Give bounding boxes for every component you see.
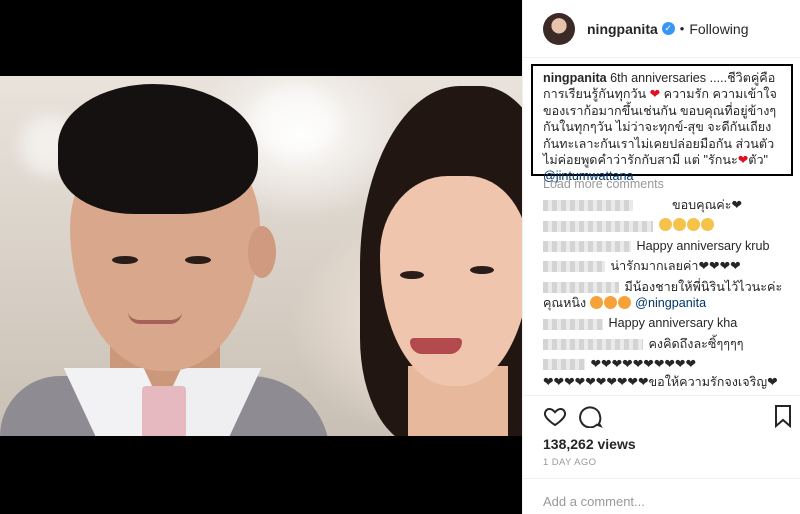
bookmark-icon[interactable] [771, 404, 795, 428]
view-count[interactable]: 138,262 views [543, 436, 636, 452]
grin-emoji-icon [700, 218, 714, 232]
comment-text: คงคิดถึงละซิ้ๆๆๆๆ [648, 336, 744, 351]
woman-eye [470, 266, 494, 274]
man-eye [185, 256, 211, 264]
action-bar [523, 395, 800, 433]
video-player[interactable] [0, 76, 522, 436]
comment-text: ❤❤❤❤❤❤❤❤❤❤ขอให้ความรักจงเจริญ❤ [543, 374, 778, 389]
comment-item: ขอบคุณค่ะ❤ [543, 197, 795, 213]
comment-item [543, 217, 795, 233]
comment-input[interactable] [543, 494, 781, 509]
comment-item: คงคิดถึงละซิ้ๆๆๆๆ [543, 336, 795, 352]
blurred-username[interactable] [543, 281, 619, 293]
follow-separator: • [679, 21, 685, 36]
comment-item: Happy anniversary kha [543, 315, 795, 331]
woman-mouth [410, 338, 462, 354]
comment-text: Happy anniversary kha [608, 316, 738, 331]
following-button[interactable]: Following [689, 21, 748, 37]
man-mouth [128, 312, 182, 324]
blurred-username[interactable] [543, 261, 605, 273]
kiss-emoji-icon [617, 296, 631, 310]
caption-text: ตัว" [748, 153, 769, 168]
load-more-comments-link[interactable]: Load more comments [543, 177, 664, 191]
comment-item: Happy anniversary krub [543, 238, 795, 254]
heart-eyes-emoji-icon [603, 296, 617, 310]
background-light [250, 86, 340, 156]
post-media[interactable] [0, 0, 522, 514]
man-ear [248, 226, 276, 278]
heart-emoji-icon: ❤ [737, 153, 749, 168]
comment-text: น่ารักมากเลยค่า❤❤❤❤ [610, 259, 741, 274]
comment-list: ขอบคุณค่ะ❤ Happy anniversary krub น่ารัก… [543, 197, 795, 394]
header-username[interactable]: ningpanita [587, 21, 658, 37]
comment-item: มีน้องชายให้พี่นิรินไว้ไวนะค่ะคุณหนิง @n… [543, 279, 795, 312]
comment-text: Happy anniversary krub [636, 238, 770, 253]
blurred-username[interactable] [543, 318, 603, 330]
man-hair [58, 84, 258, 214]
comment-bubble-icon[interactable] [579, 404, 603, 428]
avatar[interactable] [543, 12, 575, 45]
man-eye [112, 256, 138, 264]
caption: ningpanita 6th anniversaries .....ชีวิตค… [531, 64, 793, 183]
post-date[interactable]: 1 DAY AGO [543, 457, 596, 468]
grin-emoji-icon [686, 218, 700, 232]
verified-badge-icon: ✓ [661, 22, 675, 35]
add-comment-bar [523, 478, 800, 514]
comment-mention[interactable]: @ningpanita [635, 296, 706, 310]
post-header: ningpanita ✓ • Following [523, 0, 800, 58]
comment-text: ขอบคุณค่ะ❤ [672, 198, 743, 212]
heart-emoji-icon: ❤ [649, 87, 661, 102]
comment-item: ❤❤❤❤❤❤❤❤❤❤ขอให้ความรักจงเจริญ❤ [543, 374, 795, 390]
grin-emoji-icon [672, 218, 686, 232]
post-side-panel: ningpanita ✓ • Following ningpanita 6th … [522, 0, 800, 514]
comment-item: น่ารักมากเลยค่า❤❤❤❤ [543, 258, 795, 274]
like-heart-icon[interactable] [543, 404, 567, 428]
comment-item: ❤❤❤❤❤❤❤❤❤❤ [543, 356, 795, 372]
blurred-username[interactable] [543, 200, 633, 212]
comment-text: ❤❤❤❤❤❤❤❤❤❤ [590, 357, 697, 372]
blurred-username[interactable] [543, 339, 643, 351]
grin-emoji-icon [658, 218, 672, 232]
woman-eye [400, 271, 424, 279]
man-tie [142, 386, 186, 436]
blurred-username[interactable] [543, 240, 631, 252]
caption-username[interactable]: ningpanita [543, 71, 607, 85]
heart-eyes-emoji-icon [589, 296, 603, 310]
blurred-username[interactable] [543, 359, 585, 371]
blurred-username[interactable] [543, 220, 653, 232]
